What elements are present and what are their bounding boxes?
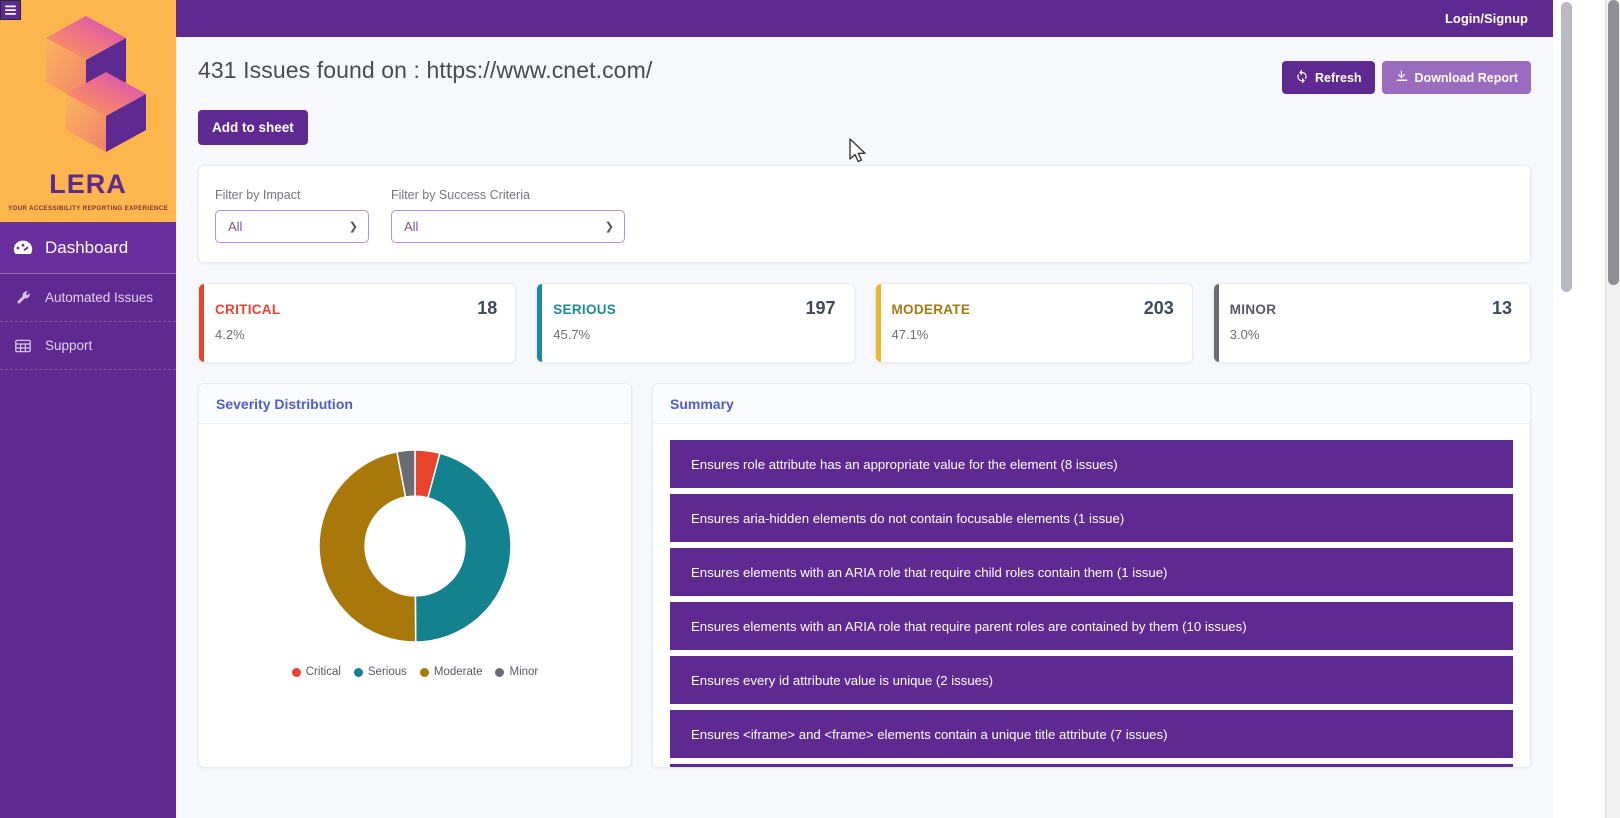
summary-list: Ensures role attribute has an appropriat… [653,424,1530,767]
legend-item-moderate[interactable]: Moderate [420,666,483,678]
header-actions: Refresh Download Report [1282,61,1531,94]
dashboard-gauge-icon [12,237,34,259]
sidebar-item-label: Dashboard [45,238,128,258]
filter-panel: Filter by Impact All ❯ Filter by Success… [198,165,1531,263]
legend-color-dot [495,668,504,677]
legend-color-dot [292,668,301,677]
summary-item[interactable]: Ensures aria-hidden elements do not cont… [670,494,1513,542]
sidebar-item-automated-issues[interactable]: Automated Issues [0,274,176,322]
page-scrollbar-thumb[interactable] [1608,0,1619,285]
severity-card-critical[interactable]: CRITICAL 18 4.2% [198,283,516,363]
sidebar-item-support[interactable]: Support [0,322,176,370]
brand-name: LERA [49,171,127,198]
summary-header: Summary [653,384,1530,424]
login-signup-link[interactable]: Login/Signup [1445,11,1528,26]
main-content: 431 Issues found on : https://www.cnet.c… [176,37,1553,818]
severity-accent-bar [1214,284,1219,362]
sidebar-item-label: Automated Issues [45,290,153,305]
severity-label: CRITICAL [215,302,280,317]
severity-percent: 3.0% [1230,327,1512,342]
severity-distribution-header: Severity Distribution [199,384,631,424]
severity-donut-chart[interactable] [315,446,515,646]
severity-percent: 47.1% [892,327,1174,342]
severity-count: 13 [1492,298,1512,319]
legend-label: Minor [509,666,538,678]
filter-by-criteria-group: Filter by Success Criteria All ❯ [391,188,625,243]
severity-count: 18 [477,298,497,319]
summary-item[interactable]: Ensures role attribute has an appropriat… [670,440,1513,488]
sidebar-item-dashboard[interactable]: Dashboard [0,222,176,274]
severity-card-minor[interactable]: MINOR 13 3.0% [1213,283,1531,363]
page-header: 431 Issues found on : https://www.cnet.c… [176,37,1553,94]
severity-count: 197 [805,298,835,319]
isometric-stairs-logo-icon [28,12,148,167]
severity-card-serious[interactable]: SERIOUS 197 45.7% [536,283,854,363]
severity-distribution-body: Critical Serious Moderate Minor [199,424,631,727]
legend-item-minor[interactable]: Minor [495,666,538,678]
legend-label: Moderate [434,666,483,678]
page-scrollbar[interactable] [1605,0,1620,818]
severity-card-moderate[interactable]: MODERATE 203 47.1% [875,283,1193,363]
wrench-icon [12,290,34,306]
severity-distribution-title: Severity Distribution [216,396,353,412]
legend-label: Critical [306,666,341,678]
filter-by-impact-select-wrap: All ❯ [215,210,369,243]
severity-accent-bar [199,284,204,362]
donut-slice-moderate[interactable] [319,452,416,642]
legend-item-critical[interactable]: Critical [292,666,341,678]
severity-distribution-card: Severity Distribution Critical Serious Mod… [198,383,632,768]
legend-color-dot [354,668,363,677]
main-scrollbar-thumb[interactable] [1561,2,1572,292]
sidebar: LERA YOUR ACCESSIBILITY REPORTING EXPERI… [0,0,176,818]
sidebar-item-label: Support [45,338,92,353]
filter-by-impact-label: Filter by Impact [215,188,369,202]
refresh-icon [1295,69,1309,86]
severity-count: 203 [1144,298,1174,319]
brand-logo-panel: LERA YOUR ACCESSIBILITY REPORTING EXPERI… [0,0,176,222]
legend-color-dot [420,668,429,677]
chart-legend: Critical Serious Moderate Minor [292,666,539,678]
main-scrollbar[interactable] [1553,0,1605,818]
summary-item[interactable]: Ensures elements with an ARIA role that … [670,548,1513,596]
filter-by-impact-select[interactable]: All [215,210,369,243]
severity-label: SERIOUS [553,302,616,317]
severity-cards-row: CRITICAL 18 4.2% SERIOUS 197 45.7% MODERATE 203… [198,283,1531,363]
severity-accent-bar [537,284,542,362]
filter-by-criteria-select[interactable]: All [391,210,625,243]
brand-tagline: YOUR ACCESSIBILITY REPORTING EXPERIENCE [8,205,168,212]
severity-percent: 45.7% [553,327,835,342]
summary-item[interactable]: Ensures every id attribute value is uniq… [670,656,1513,704]
add-to-sheet-button[interactable]: Add to sheet [198,110,308,145]
bottom-row: Severity Distribution Critical Serious Mod… [198,383,1531,768]
severity-accent-bar [876,284,881,362]
severity-percent: 4.2% [215,327,497,342]
filter-by-impact-group: Filter by Impact All ❯ [215,188,369,243]
download-report-label: Download Report [1415,71,1518,85]
filter-by-criteria-label: Filter by Success Criteria [391,188,625,202]
refresh-button[interactable]: Refresh [1282,61,1375,94]
download-report-button[interactable]: Download Report [1382,61,1531,94]
severity-label: MINOR [1230,302,1277,317]
top-bar: Login/Signup [176,0,1553,37]
legend-label: Serious [368,666,407,678]
severity-label: MODERATE [892,302,971,317]
summary-item[interactable]: Ensures <iframe> and <frame> elements co… [670,710,1513,758]
summary-item[interactable] [670,764,1513,767]
refresh-button-label: Refresh [1315,71,1362,85]
download-icon [1395,69,1409,86]
summary-title: Summary [670,396,734,412]
summary-card: Summary Ensures role attribute has an ap… [652,383,1531,768]
table-grid-icon [12,339,34,353]
summary-item[interactable]: Ensures elements with an ARIA role that … [670,602,1513,650]
filter-by-criteria-select-wrap: All ❯ [391,210,625,243]
hamburger-menu-icon[interactable] [0,0,21,20]
page-title: 431 Issues found on : https://www.cnet.c… [198,57,652,84]
legend-item-serious[interactable]: Serious [354,666,407,678]
